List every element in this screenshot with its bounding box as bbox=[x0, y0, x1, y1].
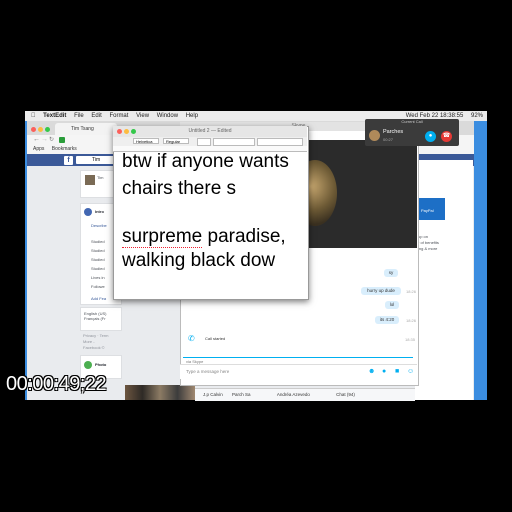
facebook-search-input[interactable]: Tim bbox=[76, 156, 116, 164]
call-started-time: 18:35 bbox=[405, 337, 416, 342]
forward-icon[interactable]: → bbox=[41, 135, 48, 145]
misspelled-word[interactable]: surpreme bbox=[122, 226, 203, 248]
paypal-ad-label: PayPal bbox=[421, 208, 434, 213]
language-list[interactable]: English (US) Français (Fr bbox=[84, 311, 106, 321]
font-style-select[interactable]: Regular bbox=[163, 138, 189, 144]
intro-item[interactable]: Studied bbox=[91, 248, 105, 254]
video-timecode: 00:00:49;22 bbox=[6, 373, 107, 395]
chat-tab[interactable]: Chat (94) bbox=[336, 392, 355, 397]
font-family-select[interactable]: Helvetica bbox=[133, 138, 159, 144]
secure-lock-icon bbox=[59, 137, 65, 143]
call-duration: 00:27 bbox=[383, 137, 394, 142]
emoji-icon[interactable]: ☺ bbox=[407, 368, 414, 375]
menubar-battery[interactable]: 92% bbox=[471, 113, 483, 119]
photo-icon bbox=[84, 361, 92, 369]
profile-name[interactable]: Tim bbox=[97, 175, 104, 181]
chat-tab[interactable]: J.p Calvin bbox=[203, 392, 223, 397]
intro-item[interactable]: Studied bbox=[91, 257, 105, 263]
end-call-button[interactable]: ☎ bbox=[441, 131, 452, 142]
profile-header: Tim bbox=[80, 170, 114, 198]
message-bubble[interactable]: hurry up dude bbox=[361, 287, 401, 295]
menu-format[interactable]: Format bbox=[109, 113, 128, 119]
call-started-text: Call started bbox=[205, 336, 226, 341]
intro-item[interactable]: Lives in bbox=[91, 275, 105, 281]
avatar[interactable] bbox=[85, 175, 95, 185]
font-size-select[interactable] bbox=[197, 138, 211, 146]
intro-item[interactable]: Followe bbox=[91, 284, 105, 290]
chat-tab[interactable]: Andréa Azevedo bbox=[277, 392, 310, 397]
photo-thumbnails[interactable] bbox=[125, 385, 195, 400]
caller-avatar bbox=[369, 130, 380, 141]
mute-button[interactable]: ● bbox=[425, 131, 436, 142]
contacts-icon[interactable]: ☻ bbox=[368, 368, 375, 375]
ad-text-line: ing & more bbox=[418, 246, 438, 251]
facebook-right-column bbox=[415, 160, 473, 400]
intro-title: Intro bbox=[95, 209, 104, 214]
language-card: English (US) Français (Fr bbox=[80, 307, 122, 331]
message-time: 18:26 bbox=[406, 289, 417, 294]
minimize-icon[interactable] bbox=[124, 129, 129, 134]
facebook-logo-icon[interactable]: f bbox=[64, 156, 73, 165]
tab-title: Tim Tsang bbox=[71, 126, 94, 132]
menu-help[interactable]: Help bbox=[186, 113, 198, 119]
browser-tab[interactable]: Tim Tsang bbox=[55, 123, 117, 135]
back-icon[interactable]: ← bbox=[33, 135, 40, 145]
message-placeholder: Type a message here bbox=[186, 369, 230, 374]
add-featured-link[interactable]: Add Fea bbox=[91, 296, 106, 302]
microphone-icon: ● bbox=[428, 133, 433, 139]
hang-up-icon: ☎ bbox=[442, 133, 451, 139]
menu-edit[interactable]: Edit bbox=[91, 113, 101, 119]
facebook-chat-bar: J.p Calvin Parch Sa Andréa Azevedo Chat … bbox=[195, 388, 415, 401]
phone-icon: ✆ bbox=[188, 334, 195, 343]
bookmark-bookmarks[interactable]: Bookmarks bbox=[52, 146, 77, 152]
facebook-footer[interactable]: Privacy · Term More - Facebook © bbox=[83, 333, 108, 351]
intro-item[interactable]: Studied bbox=[91, 266, 105, 272]
menu-app-name[interactable]: TextEdit bbox=[43, 113, 66, 119]
document-line[interactable]: walking black dow bbox=[122, 250, 275, 272]
minimize-icon[interactable] bbox=[38, 127, 43, 132]
style-buttons[interactable] bbox=[213, 138, 255, 146]
menu-window[interactable]: Window bbox=[157, 113, 178, 119]
menu-view[interactable]: View bbox=[136, 113, 149, 119]
bookmark-apps[interactable]: Apps bbox=[33, 146, 44, 152]
textedit-titlebar: Untitled 2 — Edited bbox=[113, 126, 307, 137]
document-line[interactable]: chairs there s bbox=[122, 178, 236, 200]
document-line[interactable]: surpreme paradise, bbox=[122, 226, 286, 248]
describe-link[interactable]: Describe bbox=[91, 223, 107, 229]
message-bubble[interactable]: its 4:20 bbox=[375, 316, 399, 324]
apple-icon[interactable]:  bbox=[31, 113, 36, 119]
message-time: 18:26 bbox=[406, 318, 417, 323]
close-icon[interactable] bbox=[117, 129, 122, 134]
close-icon[interactable] bbox=[31, 127, 36, 132]
zoom-icon[interactable] bbox=[131, 129, 136, 134]
zoom-icon[interactable] bbox=[45, 127, 50, 132]
location-icon[interactable]: ● bbox=[382, 368, 386, 375]
document-line[interactable]: btw if anyone wants bbox=[122, 151, 289, 173]
globe-icon bbox=[84, 208, 92, 216]
file-icon[interactable]: ■ bbox=[395, 368, 399, 375]
divider bbox=[183, 357, 413, 358]
textedit-title: Untitled 2 — Edited bbox=[188, 128, 232, 134]
message-bubble[interactable]: lol bbox=[385, 301, 399, 309]
reload-icon[interactable]: ↻ bbox=[49, 135, 54, 145]
call-header: Current Call bbox=[401, 119, 423, 124]
intro-item[interactable]: Studied bbox=[91, 239, 105, 245]
chat-tab[interactable]: Parch Sa bbox=[232, 392, 251, 397]
message-bubble[interactable]: sy bbox=[384, 269, 398, 277]
paypal-ad-image[interactable]: PayPal bbox=[418, 198, 445, 220]
alignment-buttons[interactable] bbox=[257, 138, 303, 146]
search-text: Tim bbox=[92, 157, 101, 163]
menu-file[interactable]: File bbox=[74, 113, 84, 119]
photos-title[interactable]: Photo bbox=[95, 362, 106, 368]
caller-name: Parches bbox=[383, 129, 404, 135]
